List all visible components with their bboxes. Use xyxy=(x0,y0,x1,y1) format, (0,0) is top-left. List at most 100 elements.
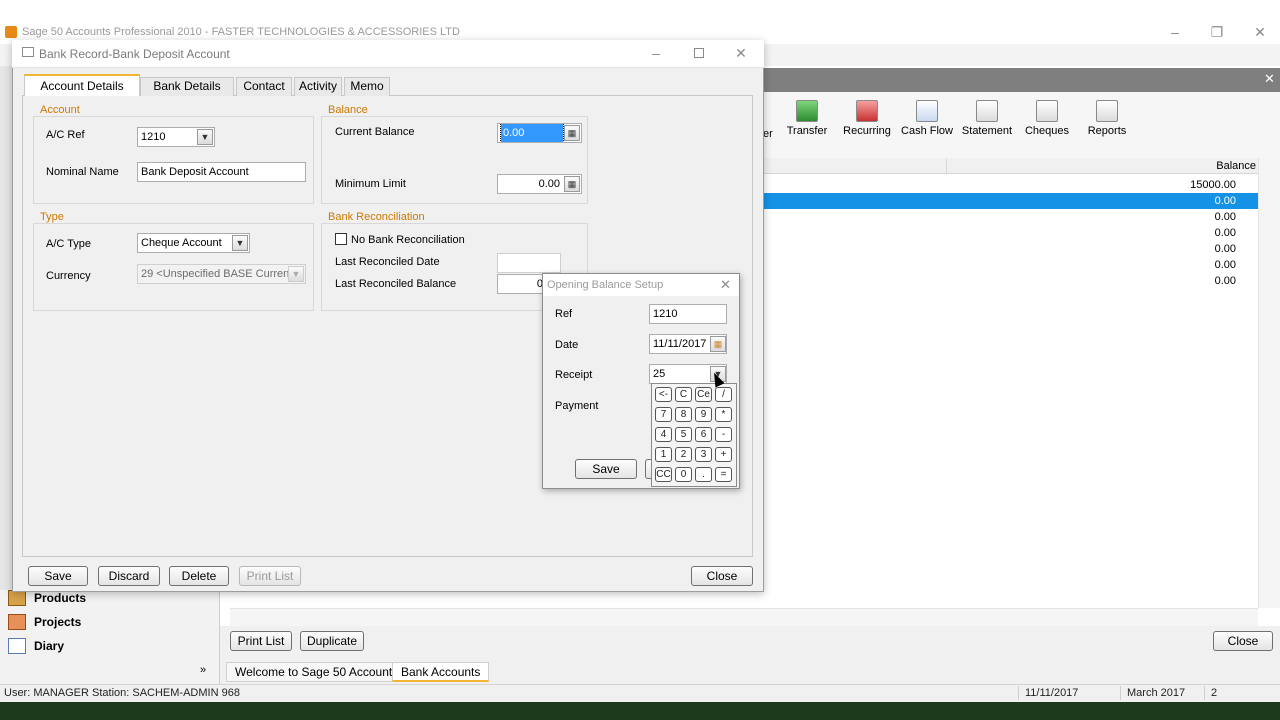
calculator-key[interactable]: 7 xyxy=(655,407,672,422)
nav-item-label: Products xyxy=(34,591,87,605)
diary-icon xyxy=(8,638,26,654)
tab-contact[interactable]: Contact xyxy=(236,77,292,96)
chevron-down-icon: ▼ xyxy=(288,266,304,282)
calculator-key[interactable]: / xyxy=(715,387,732,402)
cash-flow-button[interactable]: Cash Flow xyxy=(897,100,957,137)
last-reconciled-balance-input[interactable]: 0 xyxy=(497,274,547,294)
reports-label: Reports xyxy=(1087,125,1127,137)
calculator-key[interactable]: 4 xyxy=(655,427,672,442)
grid-row[interactable]: 0.00 xyxy=(762,241,1258,257)
delete-button[interactable]: Delete xyxy=(169,566,229,586)
ob-save-button[interactable]: Save xyxy=(575,459,637,479)
grid-vertical-scrollbar[interactable] xyxy=(1258,158,1280,608)
app-restore-button[interactable]: ❐ xyxy=(1202,24,1232,41)
calculator-icon[interactable]: ▦ xyxy=(564,176,580,192)
calculator-key[interactable]: 6 xyxy=(695,427,712,442)
app-logo-icon xyxy=(5,26,17,38)
cheques-button[interactable]: Cheques xyxy=(1017,100,1077,137)
tab-welcome[interactable]: Welcome to Sage 50 Accounts xyxy=(226,662,408,682)
ob-payment-label: Payment xyxy=(555,400,599,412)
nav-item-label: Projects xyxy=(34,615,82,629)
grid-row[interactable]: 0.00 xyxy=(762,209,1258,225)
app-close-button[interactable]: ✕ xyxy=(1245,24,1275,41)
grid-horizontal-scrollbar[interactable] xyxy=(230,608,1258,626)
no-bank-reconciliation-label: No Bank Reconciliation xyxy=(351,234,465,246)
calculator-key[interactable]: . xyxy=(695,467,712,482)
calculator-key[interactable]: * xyxy=(715,407,732,422)
tab-activity[interactable]: Activity xyxy=(294,77,342,96)
reports-button[interactable]: Reports xyxy=(1077,100,1137,137)
nav-more-icon[interactable]: » xyxy=(200,664,206,676)
calculator-icon[interactable]: ▦ xyxy=(564,125,580,141)
dialog-close-icon[interactable]: ✕ xyxy=(720,277,731,293)
nominal-name-input[interactable]: Bank Deposit Account xyxy=(137,162,306,182)
calculator-key[interactable]: + xyxy=(715,447,732,462)
calculator-key[interactable]: 8 xyxy=(675,407,692,422)
tab-bank-details[interactable]: Bank Details xyxy=(140,77,234,96)
transfer-button[interactable]: Transfer xyxy=(777,100,837,137)
maximize-icon xyxy=(694,48,704,58)
calculator-key[interactable]: 1 xyxy=(655,447,672,462)
recurring-button[interactable]: Recurring xyxy=(837,100,897,137)
type-group-title: Type xyxy=(37,211,67,223)
status-date: 11/11/2017 xyxy=(1025,687,1079,699)
no-bank-reconciliation-checkbox[interactable] xyxy=(335,233,347,245)
calculator-key[interactable]: 5 xyxy=(675,427,692,442)
calculator-key[interactable]: CC xyxy=(655,467,672,482)
taskbar-strip xyxy=(0,702,1280,720)
status-divider xyxy=(1018,686,1019,700)
bank-close-button[interactable]: ✕ xyxy=(726,45,756,62)
grid-row[interactable]: 0.00 xyxy=(762,257,1258,273)
calendar-icon[interactable]: ▦ xyxy=(710,336,726,352)
last-reconciled-date-label: Last Reconciled Date xyxy=(335,256,440,268)
opening-balance-title: Opening Balance Setup xyxy=(547,279,664,291)
toolbar-partial-label: er xyxy=(763,128,773,140)
bank-reconciliation-group-title: Bank Reconciliation xyxy=(325,211,428,223)
calculator-key[interactable]: C xyxy=(675,387,692,402)
calculator-key[interactable]: 0 xyxy=(675,467,692,482)
calculator-key[interactable]: <- xyxy=(655,387,672,402)
currency-label: Currency xyxy=(46,270,91,282)
app-title: Sage 50 Accounts Professional 2010 - FAS… xyxy=(22,26,460,38)
current-balance-value: 0.00 xyxy=(500,124,564,142)
nominal-name-label: Nominal Name xyxy=(46,166,119,178)
chevron-down-icon[interactable]: ▼ xyxy=(232,235,248,251)
nav-item-projects[interactable]: Projects xyxy=(6,610,216,634)
calculator-key[interactable]: 9 xyxy=(695,407,712,422)
save-button[interactable]: Save xyxy=(28,566,88,586)
nav-item-diary[interactable]: Diary xyxy=(6,634,216,658)
workspace-close-button[interactable]: Close xyxy=(1213,631,1273,651)
app-minimize-button[interactable]: – xyxy=(1160,24,1190,40)
account-group-title: Account xyxy=(37,104,83,116)
statement-button[interactable]: Statement xyxy=(957,100,1017,137)
tab-account-details[interactable]: Account Details xyxy=(24,74,140,96)
recurring-icon xyxy=(856,100,878,122)
last-reconciled-date-input[interactable] xyxy=(497,253,561,273)
minimum-limit-value: 0.00 xyxy=(538,178,560,190)
calculator-key[interactable]: = xyxy=(715,467,732,482)
ob-ref-input[interactable]: 1210 xyxy=(649,304,727,324)
calculator-key[interactable]: Ce xyxy=(695,387,712,402)
chevron-down-icon[interactable]: ▼ xyxy=(197,129,213,145)
transfer-label: Transfer xyxy=(786,125,828,137)
statement-icon xyxy=(976,100,998,122)
close-button[interactable]: Close xyxy=(691,566,753,586)
grid-row-selected[interactable]: 0.00 xyxy=(762,193,1258,209)
close-workspace-icon[interactable]: ✕ xyxy=(1264,71,1275,87)
duplicate-button[interactable]: Duplicate xyxy=(300,631,364,651)
discard-button[interactable]: Discard xyxy=(98,566,160,586)
grid-row[interactable]: 0.00 xyxy=(762,225,1258,241)
print-list-button[interactable]: Print List xyxy=(230,631,292,651)
grid-row[interactable]: 0.00 xyxy=(762,273,1258,289)
calculator-key[interactable]: - xyxy=(715,427,732,442)
currency-select[interactable]: 29 <Unspecified BASE Currency xyxy=(137,264,306,284)
tab-bank-accounts[interactable]: Bank Accounts xyxy=(392,662,490,682)
bank-minimize-button[interactable]: – xyxy=(641,45,671,61)
bank-maximize-button[interactable] xyxy=(684,45,714,61)
column-header-balance[interactable]: Balance xyxy=(1216,160,1256,172)
calculator-key[interactable]: 2 xyxy=(675,447,692,462)
grid-row[interactable]: 15000.00 xyxy=(762,177,1258,193)
calculator-key[interactable]: 3 xyxy=(695,447,712,462)
bank-record-icon xyxy=(22,47,34,57)
tab-memo[interactable]: Memo xyxy=(344,77,390,96)
